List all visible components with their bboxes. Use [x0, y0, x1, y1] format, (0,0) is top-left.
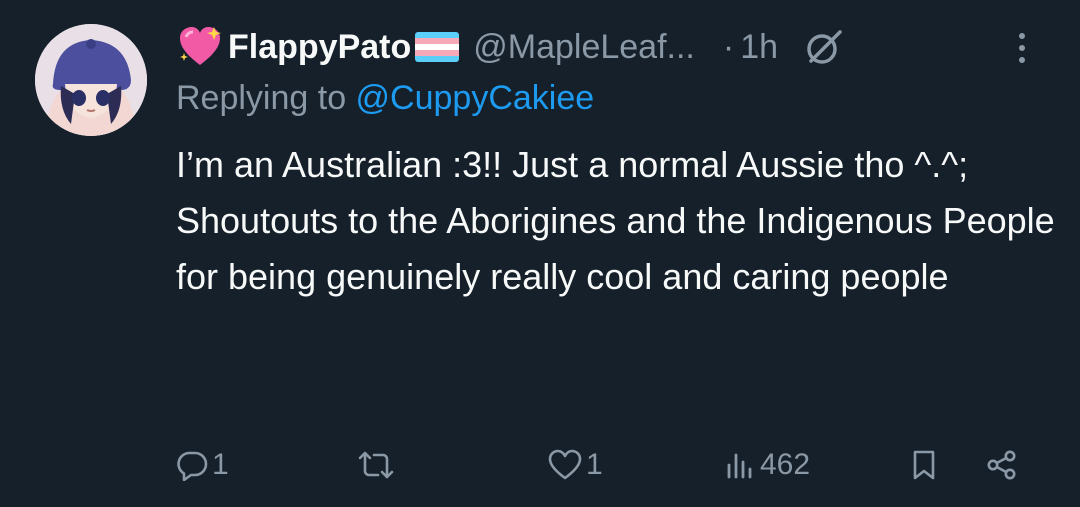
reply-mention-link[interactable]: @CuppyCakiee: [356, 79, 595, 117]
views-icon: [727, 453, 752, 479]
views-button[interactable]: 462: [724, 442, 810, 488]
reply-count: 1: [212, 448, 229, 481]
views-count: 462: [760, 448, 811, 481]
transgender-flag-icon: [415, 32, 460, 62]
share-icon: [987, 450, 1016, 480]
avatar[interactable]: [35, 24, 147, 136]
bookmark-icon: [913, 450, 935, 480]
sparkling-heart-icon: [180, 27, 221, 65]
grok-icon[interactable]: [804, 27, 844, 67]
like-button[interactable]: 1: [548, 442, 603, 488]
tweet-header: FlappyPato @MapleLeaf... · 1h: [176, 22, 1046, 72]
avatar-image: [35, 24, 147, 136]
reply-icon: [177, 451, 208, 481]
author-handle[interactable]: @MapleLeaf...: [473, 28, 695, 67]
heart-icon: [548, 449, 582, 480]
like-count: 1: [586, 448, 603, 481]
tweet-text-paragraph-2: Shoutouts to the Aborigines and the Indi…: [176, 200, 1055, 297]
separator-dot: ·: [722, 27, 735, 66]
tweet-text-paragraph-1: I’m an Australian :3!! Just a normal Aus…: [176, 144, 969, 185]
retweet-button[interactable]: [358, 442, 398, 488]
reply-button[interactable]: 1: [176, 442, 229, 488]
bookmark-button[interactable]: [908, 442, 940, 488]
more-options-icon[interactable]: [1002, 28, 1042, 68]
post-time[interactable]: 1h: [740, 28, 778, 67]
replying-to-label: Replying to: [176, 79, 356, 117]
action-bar: 1 1 462: [176, 442, 1036, 488]
retweet-icon: [358, 451, 394, 479]
replying-to: Replying to @CuppyCakiee: [176, 79, 594, 118]
tweet-text: I’m an Australian :3!! Just a normal Aus…: [176, 137, 1056, 305]
author-name[interactable]: FlappyPato: [176, 25, 460, 69]
share-button[interactable]: [986, 442, 1018, 488]
display-name: FlappyPato: [228, 27, 412, 66]
